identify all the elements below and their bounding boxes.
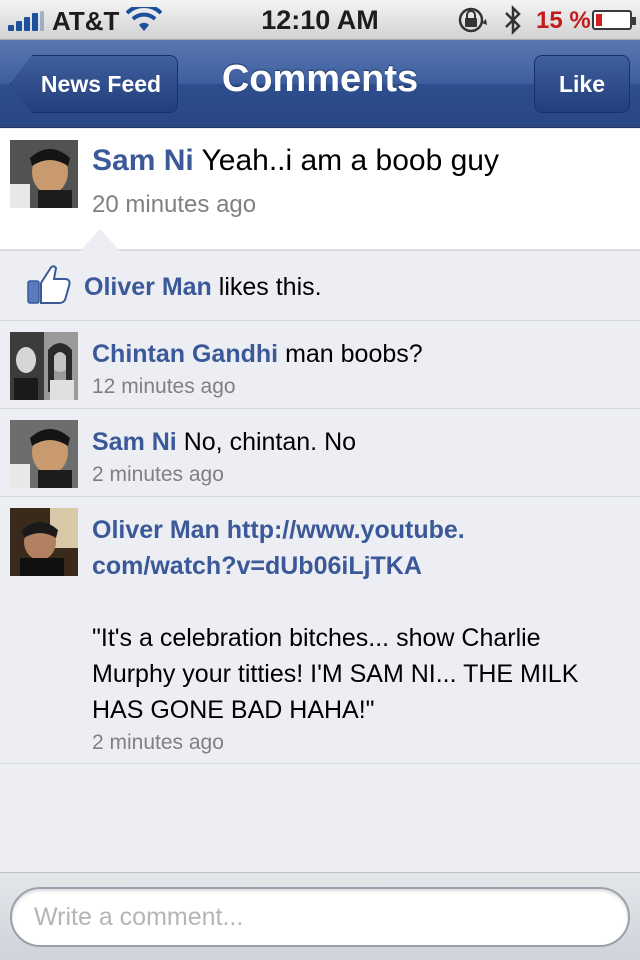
- comment-item: Sam Ni No, chintan. No 2 minutes ago: [0, 410, 640, 497]
- comment-author[interactable]: Sam Ni: [92, 428, 177, 456]
- rotation-lock-icon: [458, 7, 487, 33]
- comment-body: Chintan Gandhi man boobs? 12 minutes ago: [92, 336, 622, 402]
- comment-link[interactable]: http://www.youtube.: [227, 516, 465, 544]
- avatar[interactable]: [10, 420, 78, 488]
- avatar[interactable]: [10, 508, 78, 576]
- original-post: Sam Ni Yeah..i am a boob guy 20 minutes …: [0, 129, 640, 249]
- comment-body: Sam Ni No, chintan. No 2 minutes ago: [92, 424, 622, 490]
- comment-item: Oliver Man http://www.youtube. com/watch…: [0, 498, 640, 764]
- comment-timestamp: 2 minutes ago: [92, 731, 224, 754]
- comment-author[interactable]: Chintan Gandhi: [92, 340, 278, 368]
- comment-text: man boobs?: [285, 340, 423, 368]
- comment-body: Oliver Man http://www.youtube. com/watch…: [92, 512, 622, 758]
- comment-author[interactable]: Oliver Man: [92, 516, 220, 544]
- thumbs-up-icon: [27, 265, 71, 304]
- comment-link-cont[interactable]: com/watch?v=dUb06iLjTKA: [92, 552, 422, 580]
- likes-suffix: likes this.: [218, 273, 322, 301]
- likes-text: Oliver Man likes this.: [84, 273, 322, 302]
- comment-item: Chintan Gandhi man boobs? 12 minutes ago: [0, 322, 640, 409]
- status-bar: AT&T 12:10 AM 15 %: [0, 0, 640, 40]
- battery-percent: 15 %: [536, 7, 591, 34]
- liker-name[interactable]: Oliver Man: [84, 273, 212, 301]
- comment-timestamp: 12 minutes ago: [92, 375, 236, 398]
- like-button[interactable]: Like: [534, 55, 630, 113]
- comment-text: No, chintan. No: [183, 428, 357, 456]
- post-text: Sam Ni Yeah..i am a boob guy: [92, 143, 499, 179]
- comment-timestamp: 2 minutes ago: [92, 463, 224, 486]
- compose-bar: Write a comment...: [0, 872, 640, 960]
- likes-summary[interactable]: Oliver Man likes this.: [0, 251, 640, 321]
- navigation-bar: News Feed Comments Like: [0, 40, 640, 128]
- post-timestamp: 20 minutes ago: [92, 191, 257, 218]
- avatar[interactable]: [10, 332, 78, 400]
- post-author[interactable]: Sam Ni: [92, 144, 194, 177]
- comment-input[interactable]: Write a comment...: [10, 887, 630, 947]
- comment-text: "It's a celebration bitches... show Char…: [92, 624, 579, 724]
- avatar[interactable]: [10, 140, 78, 208]
- battery-icon: [592, 10, 636, 30]
- post-body: Yeah..i am a boob guy: [201, 144, 499, 177]
- bluetooth-icon: [505, 5, 521, 35]
